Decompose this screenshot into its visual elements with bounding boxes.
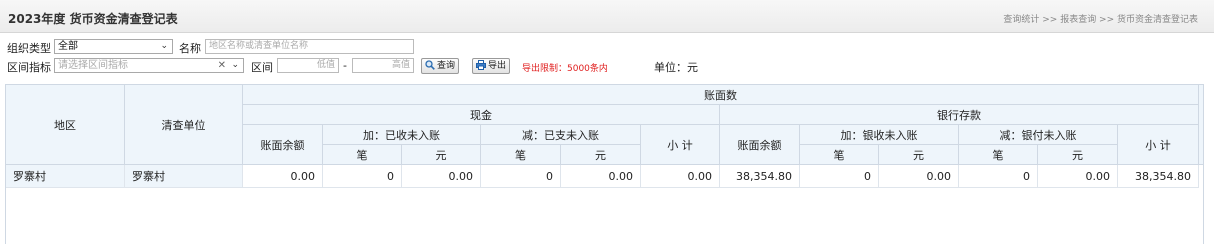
header-bank-plus-count: 笔	[800, 145, 879, 165]
page-title: 2023年度 货币资金清查登记表	[8, 12, 178, 26]
search-icon	[425, 60, 435, 70]
header-bank-minus-yuan: 元	[1038, 145, 1118, 165]
export-button[interactable]: 导出	[472, 58, 511, 74]
filter-panel: 组织类型 全部 ⌄ 名称 地区名称或清查单位名称 区间指标 请选择区间指标 ✕ …	[0, 36, 1214, 80]
cell-cash-minus-count: 0	[481, 165, 561, 188]
header-region: 地区	[6, 85, 125, 165]
header-book: 账面数	[243, 85, 1199, 105]
header-cash-minus: 减：已支未入账	[481, 125, 641, 145]
name-label: 名称	[179, 42, 201, 55]
cell-bank-balance: 38,354.80	[720, 165, 800, 188]
cell-bank-plus-count: 0	[800, 165, 879, 188]
header-cash-minus-yuan: 元	[561, 145, 641, 165]
cell-region: 罗寨村	[6, 165, 125, 188]
header-bank-plus-yuan: 元	[879, 145, 959, 165]
header-cash-plus-yuan: 元	[402, 145, 481, 165]
range-high-input[interactable]: 高值	[352, 58, 414, 73]
cell-bank-minus-count: 0	[959, 165, 1038, 188]
header-cash-plus: 加：已收未入账	[323, 125, 481, 145]
title-bar: 2023年度 货币资金清查登记表 查询统计 >> 报表查询 >> 货币资金清查登…	[0, 0, 1214, 33]
cell-cash-minus-amount: 0.00	[561, 165, 641, 188]
header-cash-plus-count: 笔	[323, 145, 402, 165]
header-bank-plus: 加：银收未入账	[800, 125, 959, 145]
range-separator: -	[343, 59, 347, 72]
range-indicator-select[interactable]: 请选择区间指标 ✕ ⌄	[54, 58, 244, 73]
header-cash-minus-count: 笔	[481, 145, 561, 165]
export-button-label: 导出	[488, 61, 507, 71]
range-low-input[interactable]: 低值	[277, 58, 339, 73]
cell-bank-subtotal: 38,354.80	[1118, 165, 1199, 188]
query-button-label: 查询	[437, 61, 456, 71]
header-cash-subtotal: 小 计	[641, 125, 720, 165]
cell-cash-balance: 0.00	[243, 165, 323, 188]
clear-icon[interactable]: ✕	[218, 59, 226, 72]
name-input[interactable]: 地区名称或清查单位名称	[205, 39, 414, 54]
cell-unit: 罗寨村	[125, 165, 243, 188]
cell-cash-subtotal: 0.00	[641, 165, 720, 188]
cell-cash-plus-count: 0	[323, 165, 402, 188]
header-bank-subtotal: 小 计	[1118, 125, 1199, 165]
unit-label: 单位：元	[654, 61, 698, 74]
printer-icon	[476, 60, 486, 70]
cell-bank-minus-amount: 0.00	[1038, 165, 1118, 188]
header-bank-minus: 减：银付未入账	[959, 125, 1118, 145]
header-bank: 银行存款	[720, 105, 1199, 125]
header-unit: 清查单位	[125, 85, 243, 165]
range-indicator-label: 区间指标	[7, 61, 51, 74]
header-cash-balance: 账面余额	[243, 125, 323, 165]
export-limit-note: 导出限制：5000条内	[522, 64, 608, 74]
cell-bank-plus-amount: 0.00	[879, 165, 959, 188]
data-table: 地区 清查单位 账面数 现金 银行存款 账面余额 加：已收未入账 减：已支未入账…	[5, 84, 1204, 244]
header-bank-balance: 账面余额	[720, 125, 800, 165]
org-type-value: 全部	[58, 41, 78, 52]
org-type-select[interactable]: 全部 ⌄	[54, 39, 173, 54]
chevron-down-icon[interactable]: ⌄	[231, 59, 239, 72]
header-cash: 现金	[243, 105, 720, 125]
chevron-down-icon: ⌄	[160, 41, 168, 51]
query-button[interactable]: 查询	[421, 58, 460, 74]
header-scroll-filler	[1199, 85, 1203, 165]
breadcrumb: 查询统计 >> 报表查询 >> 货币资金清查登记表	[1003, 15, 1198, 25]
header-bank-minus-count: 笔	[959, 145, 1038, 165]
cell-cash-plus-amount: 0.00	[402, 165, 481, 188]
range-indicator-placeholder: 请选择区间指标	[58, 60, 128, 71]
org-type-label: 组织类型	[7, 42, 51, 55]
range-label: 区间	[251, 61, 273, 74]
